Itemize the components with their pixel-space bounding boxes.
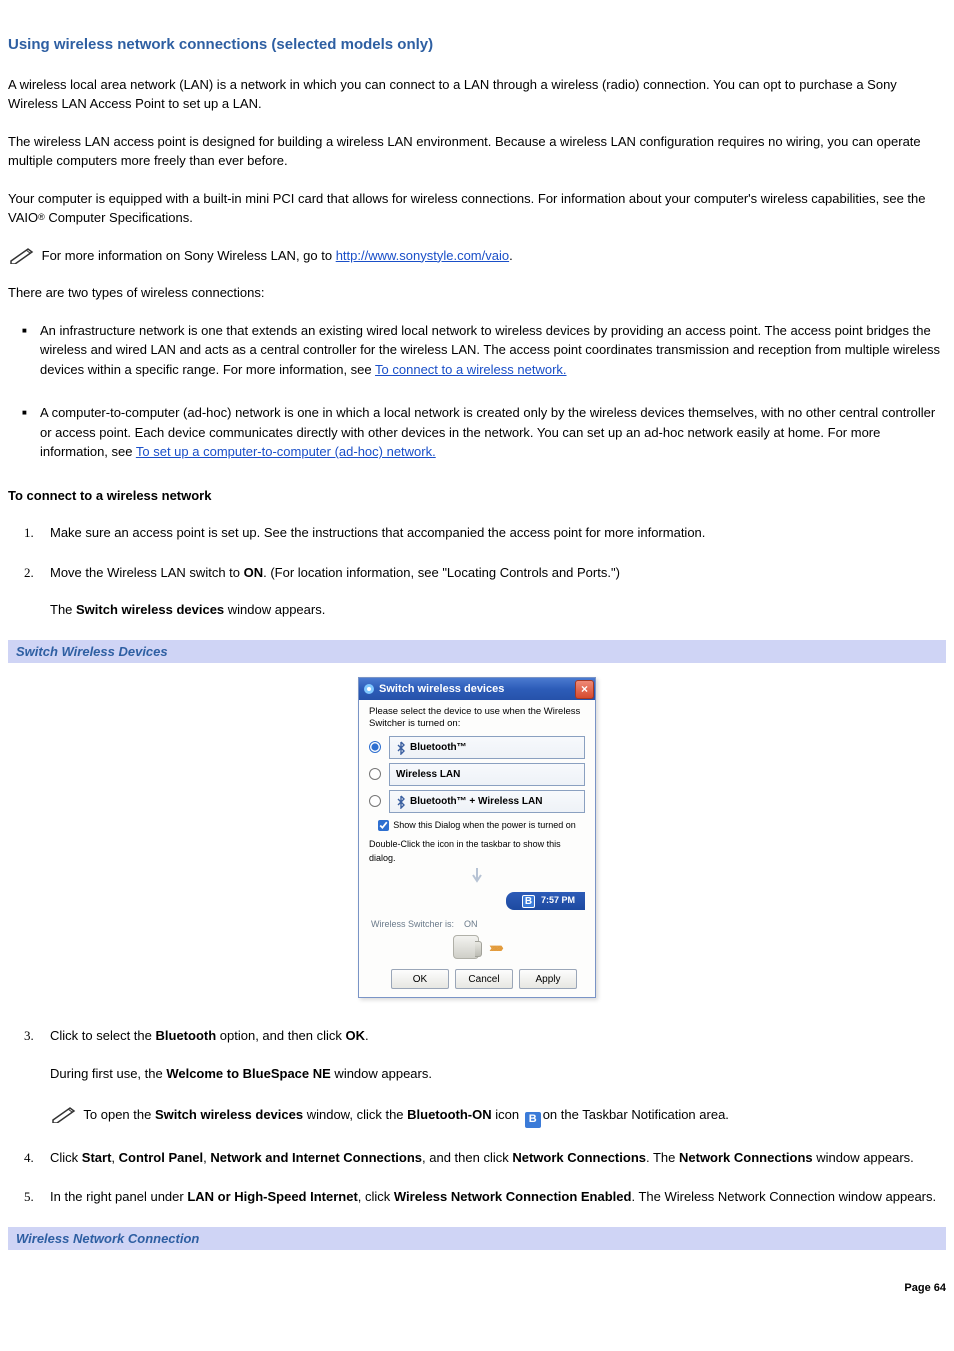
apply-button[interactable]: Apply [519, 969, 577, 989]
step-item: Click Start, Control Panel, Network and … [8, 1148, 946, 1168]
sonystyle-link[interactable]: http://www.sonystyle.com/vaio [336, 248, 509, 263]
page-title: Using wireless network connections (sele… [8, 34, 946, 57]
dialog-instruction: Please select the device to use when the… [369, 706, 585, 730]
app-icon [363, 683, 375, 695]
switch-wireless-dialog: Switch wireless devices × Please select … [358, 677, 596, 998]
connect-wireless-link[interactable]: To connect to a wireless network. [375, 362, 566, 377]
radio-both[interactable] [369, 795, 381, 807]
show-dialog-checkbox[interactable] [378, 820, 389, 831]
body-paragraph: There are two types of wireless connecti… [8, 283, 946, 303]
pencil-note-icon [50, 1105, 78, 1123]
section-heading: To connect to a wireless network [8, 486, 946, 506]
body-paragraph: A wireless local area network (LAN) is a… [8, 75, 946, 114]
tray-clock: 7:57 PM [541, 894, 575, 908]
arrow-strip-icon: ››››››› [489, 937, 501, 958]
arrow-down-icon [369, 867, 585, 890]
note-row: For more information on Sony Wireless LA… [8, 246, 946, 266]
close-icon: × [581, 683, 588, 695]
list-item: An infrastructure network is one that ex… [8, 321, 946, 380]
radio-bluetooth[interactable] [369, 741, 381, 753]
option-wlan[interactable]: Wireless LAN [389, 763, 585, 786]
step-item: In the right panel under LAN or High-Spe… [8, 1187, 946, 1207]
step-item: Make sure an access point is set up. See… [8, 523, 946, 543]
bluetooth-icon [396, 741, 406, 753]
bluetooth-on-icon: B [525, 1112, 541, 1128]
step-item: Move the Wireless LAN switch to ON. (For… [8, 563, 946, 620]
pencil-note-icon [8, 246, 36, 264]
figure-caption: Switch Wireless Devices [8, 640, 946, 664]
switcher-status: Wireless Switcher is: ON [371, 918, 585, 932]
dialog-titlebar: Switch wireless devices × [359, 678, 595, 700]
list-item: A computer-to-computer (ad-hoc) network … [8, 403, 946, 462]
body-paragraph: Your computer is equipped with a built-i… [8, 189, 946, 228]
switch-illustration: ››››››› [369, 935, 585, 959]
body-paragraph: The wireless LAN access point is designe… [8, 132, 946, 171]
cancel-button[interactable]: Cancel [455, 969, 513, 989]
ok-button[interactable]: OK [391, 969, 449, 989]
bluetooth-tray-icon[interactable]: B [522, 895, 535, 908]
taskbar-tray: B 7:57 PM [369, 892, 585, 910]
option-bluetooth[interactable]: Bluetooth™ [389, 736, 585, 759]
dialog-title: Switch wireless devices [379, 681, 504, 698]
figure-caption: Wireless Network Connection [8, 1227, 946, 1251]
close-button[interactable]: × [575, 680, 594, 699]
adhoc-link[interactable]: To set up a computer-to-computer (ad-hoc… [136, 444, 436, 459]
page-number: Page 64 [8, 1280, 946, 1297]
checkbox-label: Show this Dialog when the power is turne… [393, 819, 576, 833]
radio-wlan[interactable] [369, 768, 381, 780]
option-both[interactable]: Bluetooth™ + Wireless LAN [389, 790, 585, 813]
physical-switch-icon [453, 935, 479, 959]
helper-text: Double-Click the icon in the taskbar to … [369, 838, 585, 865]
bluetooth-icon [396, 795, 406, 807]
step-item: Click to select the Bluetooth option, an… [8, 1026, 946, 1127]
